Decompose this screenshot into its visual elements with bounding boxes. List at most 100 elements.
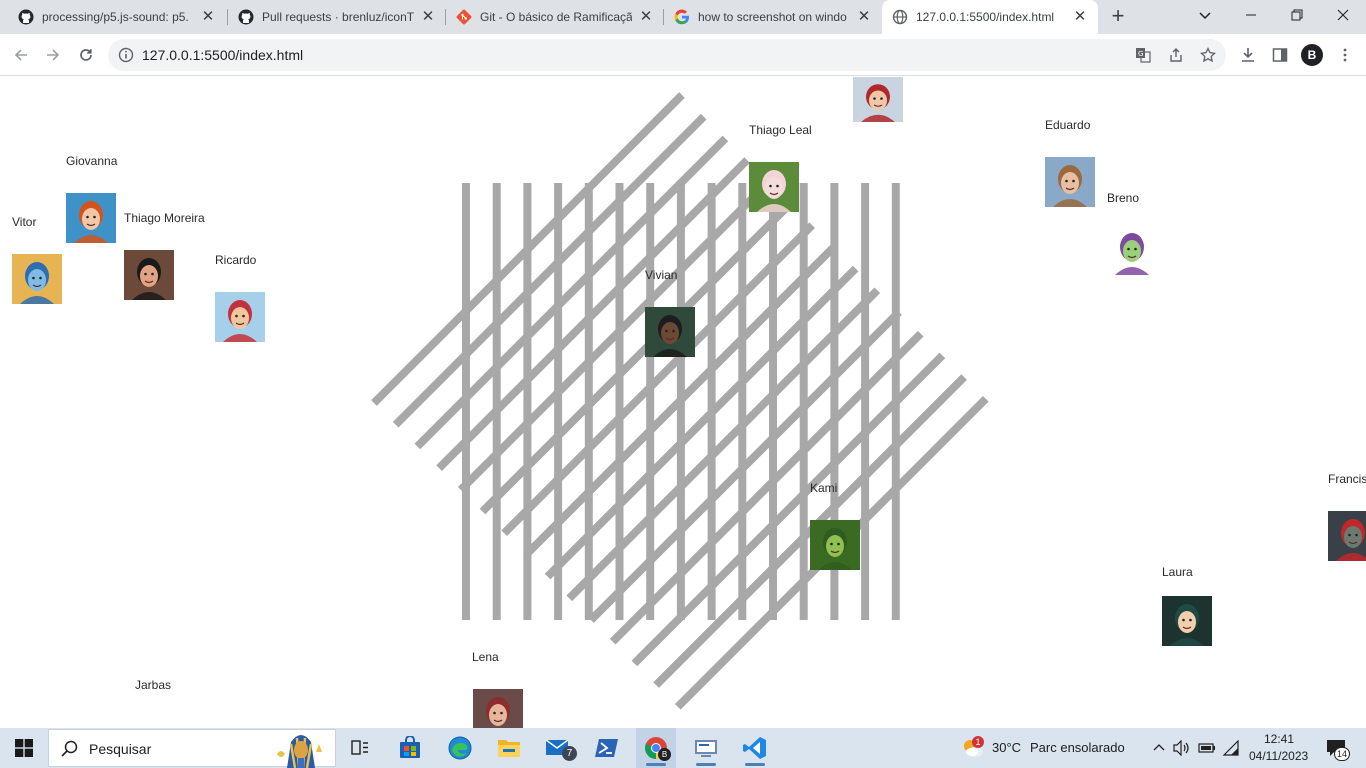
avatar-portrait — [66, 193, 116, 243]
avatar-portrait — [12, 254, 62, 304]
store-icon — [400, 736, 420, 758]
close-window-button[interactable] — [1320, 0, 1366, 30]
taskbar-file-explorer[interactable] — [491, 728, 527, 768]
browser-toolbar: 127.0.0.1:5500/index.html G B — [0, 34, 1366, 76]
person-name: Thiago Moreira — [124, 211, 205, 225]
avatar[interactable] — [645, 307, 695, 357]
chevron-up-icon — [1153, 744, 1165, 751]
weather-temperature[interactable]: 30°C — [992, 740, 1021, 755]
back-button[interactable] — [6, 40, 36, 70]
avatar-portrait — [810, 520, 860, 570]
new-tab-button[interactable]: + — [1106, 5, 1130, 29]
tab-git-branching[interactable]: Git - O básico de Ramificaçã ✕ — [446, 0, 664, 34]
tab-close-icon[interactable]: ✕ — [200, 9, 216, 25]
reload-button[interactable] — [71, 40, 101, 70]
avatar-portrait — [1107, 225, 1157, 275]
taskbar-chrome[interactable]: B — [636, 728, 676, 768]
minimize-icon — [1246, 14, 1256, 16]
tab-title: processing/p5.js-sound: p5. — [42, 10, 189, 24]
clock-time[interactable]: 12:41 — [1264, 732, 1294, 746]
windows-taskbar: Pesquisar 7 B 1 30°C Parc ensolarado 12:… — [0, 728, 1366, 768]
tab-title: Git - O básico de Ramificaçã — [480, 10, 632, 24]
powershell-icon — [595, 739, 618, 757]
person-name: Laura — [1162, 565, 1193, 579]
network-button[interactable] — [1220, 728, 1242, 768]
taskbar-vscode[interactable] — [735, 728, 775, 768]
person-name: Giovanna — [66, 154, 118, 168]
avatar[interactable] — [124, 250, 174, 300]
menu-button[interactable] — [1330, 40, 1360, 70]
chrome-profile-badge: B — [658, 748, 671, 761]
taskbar-microsoft-store[interactable] — [392, 728, 428, 768]
profile-avatar[interactable]: B — [1301, 44, 1323, 66]
avatar[interactable] — [749, 162, 799, 212]
avatar-portrait — [124, 250, 174, 300]
github-icon — [238, 9, 254, 25]
svg-text:G: G — [1138, 50, 1143, 58]
avatar[interactable] — [215, 292, 265, 342]
windows-logo-icon — [15, 739, 33, 757]
avatar[interactable] — [66, 193, 116, 243]
running-indicator — [646, 763, 666, 766]
taskbar-search-box[interactable]: Pesquisar — [48, 729, 336, 768]
tab-pull-requests[interactable]: Pull requests · brenluz/iconT ✕ — [228, 0, 446, 34]
taskbar-mail[interactable]: 7 — [540, 728, 577, 768]
taskbar-remote-desktop[interactable] — [686, 728, 726, 768]
avatar-portrait — [853, 77, 903, 122]
battery-button[interactable] — [1196, 728, 1218, 768]
avatar[interactable] — [1162, 596, 1212, 646]
tab-close-icon[interactable]: ✕ — [1072, 9, 1088, 25]
task-view-button[interactable] — [344, 728, 376, 768]
avatar[interactable] — [1328, 511, 1366, 561]
restore-button[interactable] — [1274, 0, 1320, 30]
avatar[interactable] — [853, 77, 903, 122]
person-name: Jarbas — [135, 678, 172, 692]
taskbar-powershell[interactable] — [589, 728, 625, 768]
tab-p5js-sound[interactable]: processing/p5.js-sound: p5. ✕ — [8, 0, 226, 34]
downloads-button[interactable] — [1233, 40, 1263, 70]
person-name: Vivian — [645, 268, 678, 282]
search-icon — [61, 740, 78, 757]
notification-center-button[interactable]: 14 — [1318, 728, 1354, 768]
share-icon[interactable] — [1168, 47, 1184, 63]
volume-button[interactable] — [1172, 728, 1192, 768]
clock-date[interactable]: 04/11/2023 — [1249, 749, 1308, 763]
start-button[interactable] — [0, 728, 48, 768]
person-name: Francis — [1328, 472, 1366, 486]
avatar[interactable] — [810, 520, 860, 570]
weather-widget-icon[interactable]: 1 — [958, 728, 988, 768]
person-name: Breno — [1107, 191, 1140, 205]
avatar-portrait — [749, 162, 799, 212]
tab-close-icon[interactable]: ✕ — [856, 9, 872, 25]
tab-google-search[interactable]: how to screenshot on windo ✕ — [664, 0, 882, 34]
site-info-icon[interactable] — [118, 47, 134, 63]
weather-description[interactable]: Parc ensolarado — [1030, 740, 1125, 755]
tab-index-html[interactable]: 127.0.0.1:5500/index.html ✕ — [882, 0, 1098, 34]
person-name: Ricardo — [215, 253, 257, 267]
restore-icon — [1291, 9, 1303, 21]
address-bar[interactable]: 127.0.0.1:5500/index.html G — [108, 39, 1226, 71]
side-panel-button[interactable] — [1265, 40, 1295, 70]
taskbar-edge[interactable] — [442, 728, 478, 768]
avatar-portrait — [1045, 157, 1095, 207]
person-name: Kami — [810, 481, 838, 495]
tab-close-icon[interactable]: ✕ — [420, 9, 436, 25]
chevron-down-icon — [1199, 12, 1211, 20]
url-text[interactable]: 127.0.0.1:5500/index.html — [142, 47, 303, 63]
avatar[interactable] — [473, 689, 523, 728]
tab-search-button[interactable] — [1182, 0, 1228, 30]
avatar[interactable] — [1045, 157, 1095, 207]
weather-alert-badge: 1 — [972, 736, 984, 748]
bookmark-star-icon[interactable] — [1200, 47, 1216, 63]
avatar[interactable] — [1107, 225, 1157, 275]
arrow-left-icon — [14, 49, 27, 61]
translate-icon[interactable]: G — [1135, 47, 1151, 63]
p5-canvas-page: Giovanna Vitor Thiago Moreira Ricardo Th… — [0, 77, 1366, 728]
forward-button[interactable] — [38, 40, 68, 70]
show-hidden-icons-button[interactable] — [1150, 728, 1168, 768]
minimize-button[interactable] — [1228, 0, 1274, 30]
tab-title: Pull requests · brenluz/iconT — [262, 10, 414, 24]
tab-title: 127.0.0.1:5500/index.html — [916, 10, 1055, 24]
avatar[interactable] — [12, 254, 62, 304]
tab-close-icon[interactable]: ✕ — [638, 9, 654, 25]
